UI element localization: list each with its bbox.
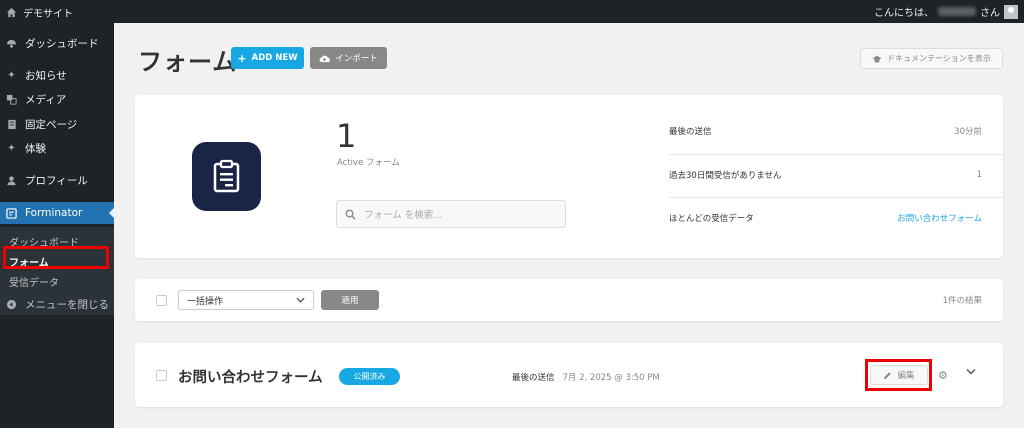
greeting-text: こんにちは、 (874, 8, 934, 19)
stat-value: 1 (976, 170, 982, 180)
stat-label: 最後の送信 (669, 127, 712, 137)
form-name[interactable]: お問い合わせフォーム (178, 366, 323, 387)
sidebar-item-dashboard[interactable]: ダッシュボード (0, 32, 114, 54)
clipboard-icon (213, 159, 240, 193)
sidebar-item-label: ダッシュボード (25, 37, 99, 50)
sidebar-item-label: 体験 (25, 142, 46, 155)
bulk-action-value: 一括操作 (187, 296, 224, 307)
cloud-upload-icon (319, 55, 331, 62)
form-last-submission: 最後の送信 7月 2, 2025 @ 3:50 PM (512, 371, 660, 383)
stat-value: 30分前 (954, 127, 982, 137)
bulk-action-select[interactable]: 一括操作 (178, 290, 314, 310)
account-menu[interactable]: こんにちは、 さん (874, 4, 1018, 19)
sidebar-item-experience[interactable]: ✦ 体験 (0, 137, 114, 159)
media-icon (6, 94, 17, 105)
honorific-text: さん (980, 8, 1000, 19)
active-forms-label: Active フォーム (337, 158, 400, 168)
sidebar-item-posts[interactable]: ✦ お知らせ (0, 64, 114, 86)
collapse-label: メニューを閉じる (25, 298, 109, 311)
sidebar-item-label: お知らせ (25, 69, 67, 82)
docs-label: ドキュメンテーションを表示 (887, 54, 991, 63)
highlight-box-forms (3, 246, 109, 269)
add-new-button[interactable]: + ADD NEW (231, 47, 304, 69)
active-forms-count: 1 (336, 117, 357, 155)
form-row-checkbox[interactable] (156, 370, 167, 381)
graduation-cap-icon (872, 55, 882, 63)
sidebar-item-label: メディア (25, 93, 67, 106)
forminator-icon (6, 207, 17, 219)
sidebar-item-media[interactable]: メディア (0, 88, 114, 110)
search-placeholder: フォーム を検索... (364, 210, 443, 221)
sidebar-item-pages[interactable]: 固定ページ (0, 113, 114, 135)
apply-button[interactable]: 適用 (321, 290, 379, 310)
forms-summary-icon (192, 142, 261, 211)
view-docs-button[interactable]: ドキュメンテーションを表示 (860, 48, 1003, 69)
sidebar-item-label: Forminator (25, 207, 83, 219)
last-sent-label: 最後の送信 (512, 373, 555, 383)
sidebar-item-profile[interactable]: プロフィール (0, 169, 114, 191)
expand-chevron[interactable] (966, 367, 976, 378)
gear-icon[interactable]: ⚙ (938, 369, 948, 382)
admin-sidebar: ダッシュボード ✦ お知らせ メディア 固定ページ ✦ 体験 プロフィール Fo… (0, 23, 114, 428)
stat-most-submissions: ほとんどの受信データ お問い合わせフォーム (669, 207, 982, 229)
site-name: デモサイト (23, 9, 73, 20)
collapse-menu-button[interactable]: メニューを閉じる (0, 293, 114, 315)
site-link[interactable]: デモサイト (6, 5, 73, 20)
select-all-checkbox[interactable] (156, 295, 167, 306)
search-icon (345, 209, 356, 220)
last-sent-value: 7月 2, 2025 @ 3:50 PM (562, 373, 660, 383)
page-icon (6, 119, 17, 130)
add-new-label: ADD NEW (251, 53, 298, 63)
pin-icon: ✦ (7, 142, 16, 154)
sidebar-item-label: プロフィール (25, 174, 88, 187)
status-badge: 公開済み (339, 368, 400, 385)
plus-icon: + (237, 51, 247, 65)
stat-no-submissions-30days: 過去30日間受信がありません 1 (669, 164, 982, 186)
stat-label: ほとんどの受信データ (669, 214, 754, 224)
sidebar-item-label: 固定ページ (25, 118, 78, 131)
chevron-down-icon (966, 368, 976, 375)
forminator-submenu: ダッシュボード フォーム 受信データ メニューを閉じる (0, 227, 114, 315)
username-blurred (938, 7, 976, 16)
submenu-item-submissions[interactable]: 受信データ (9, 274, 59, 289)
home-icon (6, 7, 17, 18)
import-button[interactable]: インポート (310, 47, 387, 69)
avatar[interactable] (1004, 4, 1018, 19)
most-submissions-link[interactable]: お問い合わせフォーム (897, 212, 982, 224)
stat-last-submission: 最後の送信 30分前 (669, 120, 982, 142)
results-count: 1件の結果 (942, 296, 982, 306)
admin-bar: デモサイト こんにちは、 さん (0, 0, 1024, 23)
divider (669, 197, 1003, 198)
collapse-icon (6, 299, 17, 310)
form-search-input[interactable]: フォーム を検索... (336, 200, 566, 228)
pin-icon: ✦ (7, 69, 16, 81)
dashboard-icon (6, 38, 17, 49)
highlight-box-edit (865, 359, 932, 391)
page-title: フォーム (138, 48, 238, 76)
import-label: インポート (335, 54, 378, 64)
chevron-down-icon (296, 297, 305, 303)
sidebar-item-forminator[interactable]: Forminator (0, 202, 114, 224)
user-icon (6, 175, 17, 186)
divider (669, 154, 1003, 155)
stat-label: 過去30日間受信がありません (669, 171, 782, 181)
